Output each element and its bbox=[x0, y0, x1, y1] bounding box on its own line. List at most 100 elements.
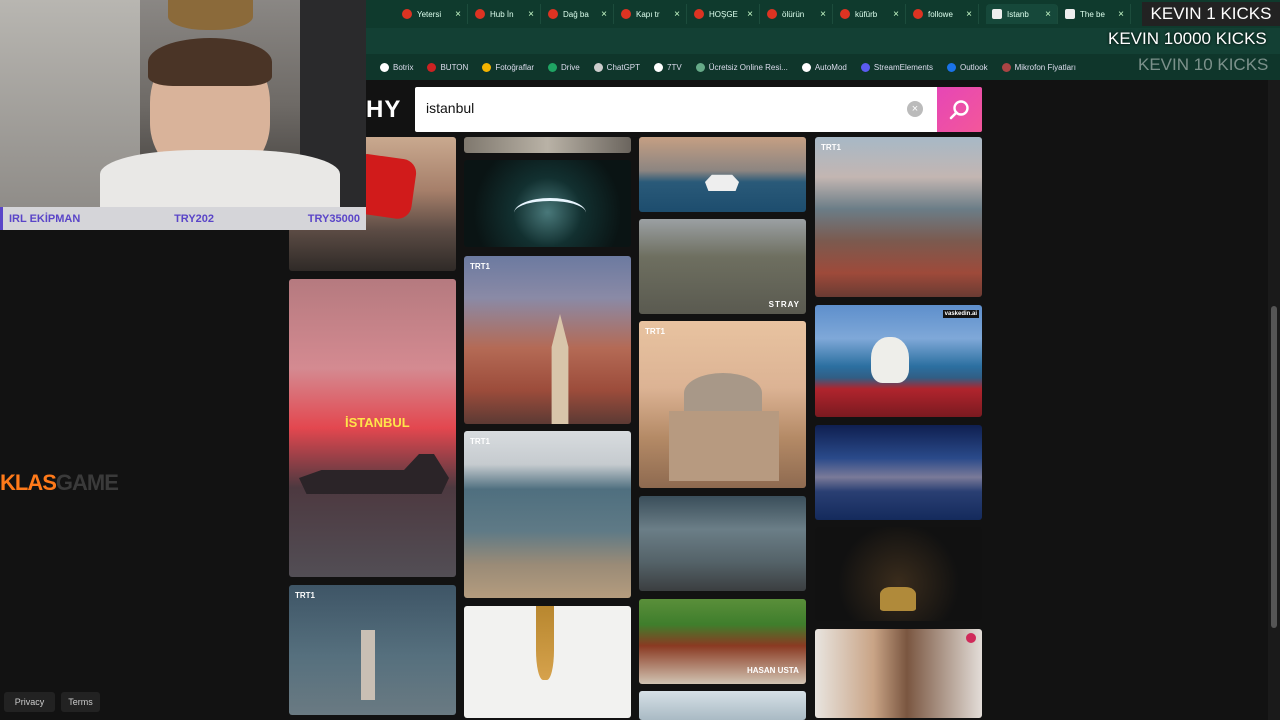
tab-title: The be bbox=[1080, 9, 1105, 19]
gif-fireworks[interactable] bbox=[464, 160, 631, 247]
gif-stray[interactable]: STRAY bbox=[639, 219, 806, 314]
bookmark-7tv[interactable]: 7TV bbox=[654, 62, 682, 72]
gif-night-city[interactable] bbox=[815, 425, 982, 520]
fireworks-shape bbox=[514, 198, 586, 228]
youtube-icon bbox=[840, 9, 850, 19]
record-icon bbox=[966, 633, 976, 643]
bookmark-label: AutoMod bbox=[814, 62, 847, 72]
bookmark-botrix[interactable]: Botrix bbox=[380, 62, 413, 72]
clear-icon[interactable]: × bbox=[907, 101, 923, 117]
gif-maidens-tower[interactable]: TRT1 bbox=[289, 585, 456, 715]
scrollbar[interactable] bbox=[1268, 80, 1280, 720]
tab-6[interactable]: ölürün × bbox=[761, 4, 833, 24]
bookmark-icon bbox=[427, 62, 437, 72]
bookmark-chatgpt[interactable]: ChatGPT bbox=[593, 62, 640, 72]
close-icon[interactable]: × bbox=[1118, 9, 1124, 20]
gif-hagia-sophia[interactable]: TRT1 bbox=[639, 321, 806, 488]
youtube-icon bbox=[548, 9, 558, 19]
kicks-counter-3: KEVIN 10 KICKS bbox=[1138, 55, 1269, 74]
tab-title: Kapı tr bbox=[636, 9, 660, 19]
gif-honey[interactable] bbox=[464, 606, 631, 718]
tab-7[interactable]: küfürb × bbox=[834, 4, 906, 24]
tab-8[interactable]: followe × bbox=[907, 4, 979, 24]
close-icon[interactable]: × bbox=[966, 9, 972, 20]
photos-icon bbox=[482, 62, 492, 72]
gif-gold-lines[interactable] bbox=[815, 527, 982, 621]
tab-1[interactable]: Yetersi × bbox=[396, 4, 468, 24]
gif-cat-car[interactable]: vaskedin.ai bbox=[815, 305, 982, 417]
search-input[interactable] bbox=[424, 99, 884, 117]
tab-title: followe bbox=[928, 9, 953, 19]
dome-shape bbox=[684, 373, 762, 413]
cat-shape bbox=[871, 337, 909, 383]
istanbul-label: İSTANBUL bbox=[345, 415, 410, 430]
tab-title: küfürb bbox=[855, 9, 878, 19]
webcam-feed bbox=[0, 0, 366, 210]
gif-city-view[interactable]: TRT1 bbox=[815, 137, 982, 297]
gif-building[interactable] bbox=[464, 137, 631, 153]
close-icon[interactable]: × bbox=[747, 9, 753, 20]
bookmark-buton[interactable]: BUTON bbox=[427, 62, 468, 72]
tab-title: ölürün bbox=[782, 9, 805, 19]
close-icon[interactable]: × bbox=[528, 9, 534, 20]
tab-4[interactable]: Kapı tr × bbox=[615, 4, 687, 24]
youtube-icon bbox=[621, 9, 631, 19]
bookmark-outlook[interactable]: Outlook bbox=[947, 62, 988, 72]
shirt-shape bbox=[100, 150, 340, 210]
bookmark-label: Mikrofon Fiyatları bbox=[1014, 62, 1076, 72]
bookmark-label: 7TV bbox=[667, 62, 682, 72]
close-icon[interactable]: × bbox=[820, 9, 826, 20]
search-box[interactable] bbox=[415, 87, 937, 132]
tab-2[interactable]: Hub İn × bbox=[469, 4, 541, 24]
trt-badge: TRT1 bbox=[821, 143, 841, 152]
watermark-label: vaskedin.ai bbox=[942, 310, 979, 318]
tab-3[interactable]: Dağ ba × bbox=[542, 4, 614, 24]
privacy-link[interactable]: Privacy bbox=[4, 692, 55, 712]
ferry-shape bbox=[705, 174, 739, 191]
drive-icon bbox=[548, 62, 557, 72]
terms-link[interactable]: Terms bbox=[61, 692, 100, 712]
close-icon[interactable]: × bbox=[674, 9, 680, 20]
youtube-icon bbox=[767, 9, 777, 19]
search-button[interactable] bbox=[937, 87, 982, 132]
gif-kebab[interactable]: HASAN USTA bbox=[639, 599, 806, 684]
gif-galata-tower[interactable]: TRT1 bbox=[464, 256, 631, 424]
donation-current: TRY202 bbox=[174, 212, 215, 225]
youtube-icon bbox=[913, 9, 923, 19]
gif-istanbul-ferry[interactable]: İSTANBUL bbox=[289, 279, 456, 577]
close-icon[interactable]: × bbox=[1045, 9, 1051, 20]
gif-bottom[interactable] bbox=[639, 691, 806, 720]
gif-eating-man[interactable] bbox=[815, 629, 982, 718]
youtube-icon bbox=[694, 9, 704, 19]
tab-5[interactable]: HOŞGE × bbox=[688, 4, 760, 24]
gif-ferry[interactable] bbox=[639, 137, 806, 212]
sponsor-logo: KLASGAME bbox=[0, 470, 119, 496]
site-logo[interactable]: HY bbox=[366, 96, 401, 124]
tower-shape bbox=[361, 630, 375, 700]
trt-badge: TRT1 bbox=[470, 262, 490, 271]
tab-active[interactable]: Istanb × bbox=[986, 4, 1058, 24]
donation-goal: TRY35000 bbox=[307, 212, 360, 225]
hair-shape bbox=[148, 38, 272, 86]
hasan-usta-label: HASAN USTA bbox=[747, 666, 799, 675]
scrollbar-thumb[interactable] bbox=[1271, 306, 1277, 628]
bookmark-icon bbox=[1001, 62, 1011, 72]
youtube-icon bbox=[475, 9, 485, 19]
close-icon[interactable]: × bbox=[893, 9, 899, 20]
bookmark-streamelements[interactable]: StreamElements bbox=[860, 62, 933, 72]
gif-sea-waves[interactable]: TRT1 bbox=[464, 431, 631, 598]
bookmark-icon bbox=[380, 62, 389, 72]
gif-bosphorus[interactable] bbox=[639, 496, 806, 591]
bookmark-label: Drive bbox=[561, 62, 580, 72]
close-icon[interactable]: × bbox=[601, 9, 607, 20]
bookmark-drive[interactable]: Drive bbox=[548, 62, 580, 72]
page-icon bbox=[1065, 9, 1075, 19]
tab-10[interactable]: The be × bbox=[1059, 4, 1131, 24]
sponsor-logo-part-a: KLAS bbox=[0, 470, 57, 495]
bookmark-free-image[interactable]: Ücretsiz Online Resi... bbox=[695, 62, 788, 72]
close-icon[interactable]: × bbox=[455, 9, 461, 20]
bookmark-photos[interactable]: Fotoğraflar bbox=[482, 62, 534, 72]
bookmark-mikrofon[interactable]: Mikrofon Fiyatları bbox=[1001, 62, 1076, 72]
tower-shape bbox=[551, 314, 569, 424]
bookmark-automod[interactable]: AutoMod bbox=[801, 62, 847, 72]
